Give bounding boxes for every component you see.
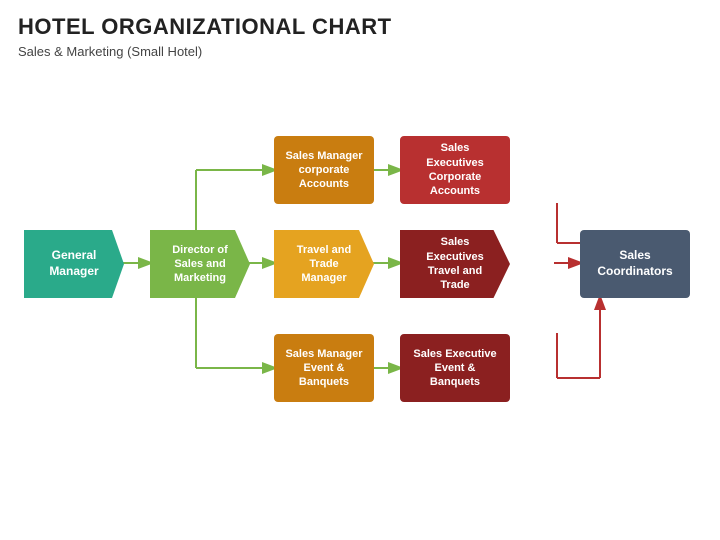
- node-director: Director of Sales and Marketing: [150, 230, 250, 298]
- org-chart: General Manager Director of Sales and Ma…: [10, 68, 710, 528]
- node-sales-exec-travel: Sales Executives Travel and Trade: [400, 230, 510, 298]
- node-general-manager: General Manager: [24, 230, 124, 298]
- node-travel-trade: Travel and Trade Manager: [274, 230, 374, 298]
- node-sales-exec-events: Sales Executive Event & Banquets: [400, 334, 510, 402]
- page-subtitle: Sales & Marketing (Small Hotel): [18, 44, 202, 59]
- node-sales-mgr-corporate: Sales Manager corporate Accounts: [274, 136, 374, 204]
- node-sales-coordinators: Sales Coordinators: [580, 230, 690, 298]
- node-sales-exec-corporate: Sales Executives Corporate Accounts: [400, 136, 510, 204]
- page-title: HOTEL ORGANIZATIONAL CHART: [18, 14, 392, 40]
- node-sales-mgr-events: Sales Manager Event & Banquets: [274, 334, 374, 402]
